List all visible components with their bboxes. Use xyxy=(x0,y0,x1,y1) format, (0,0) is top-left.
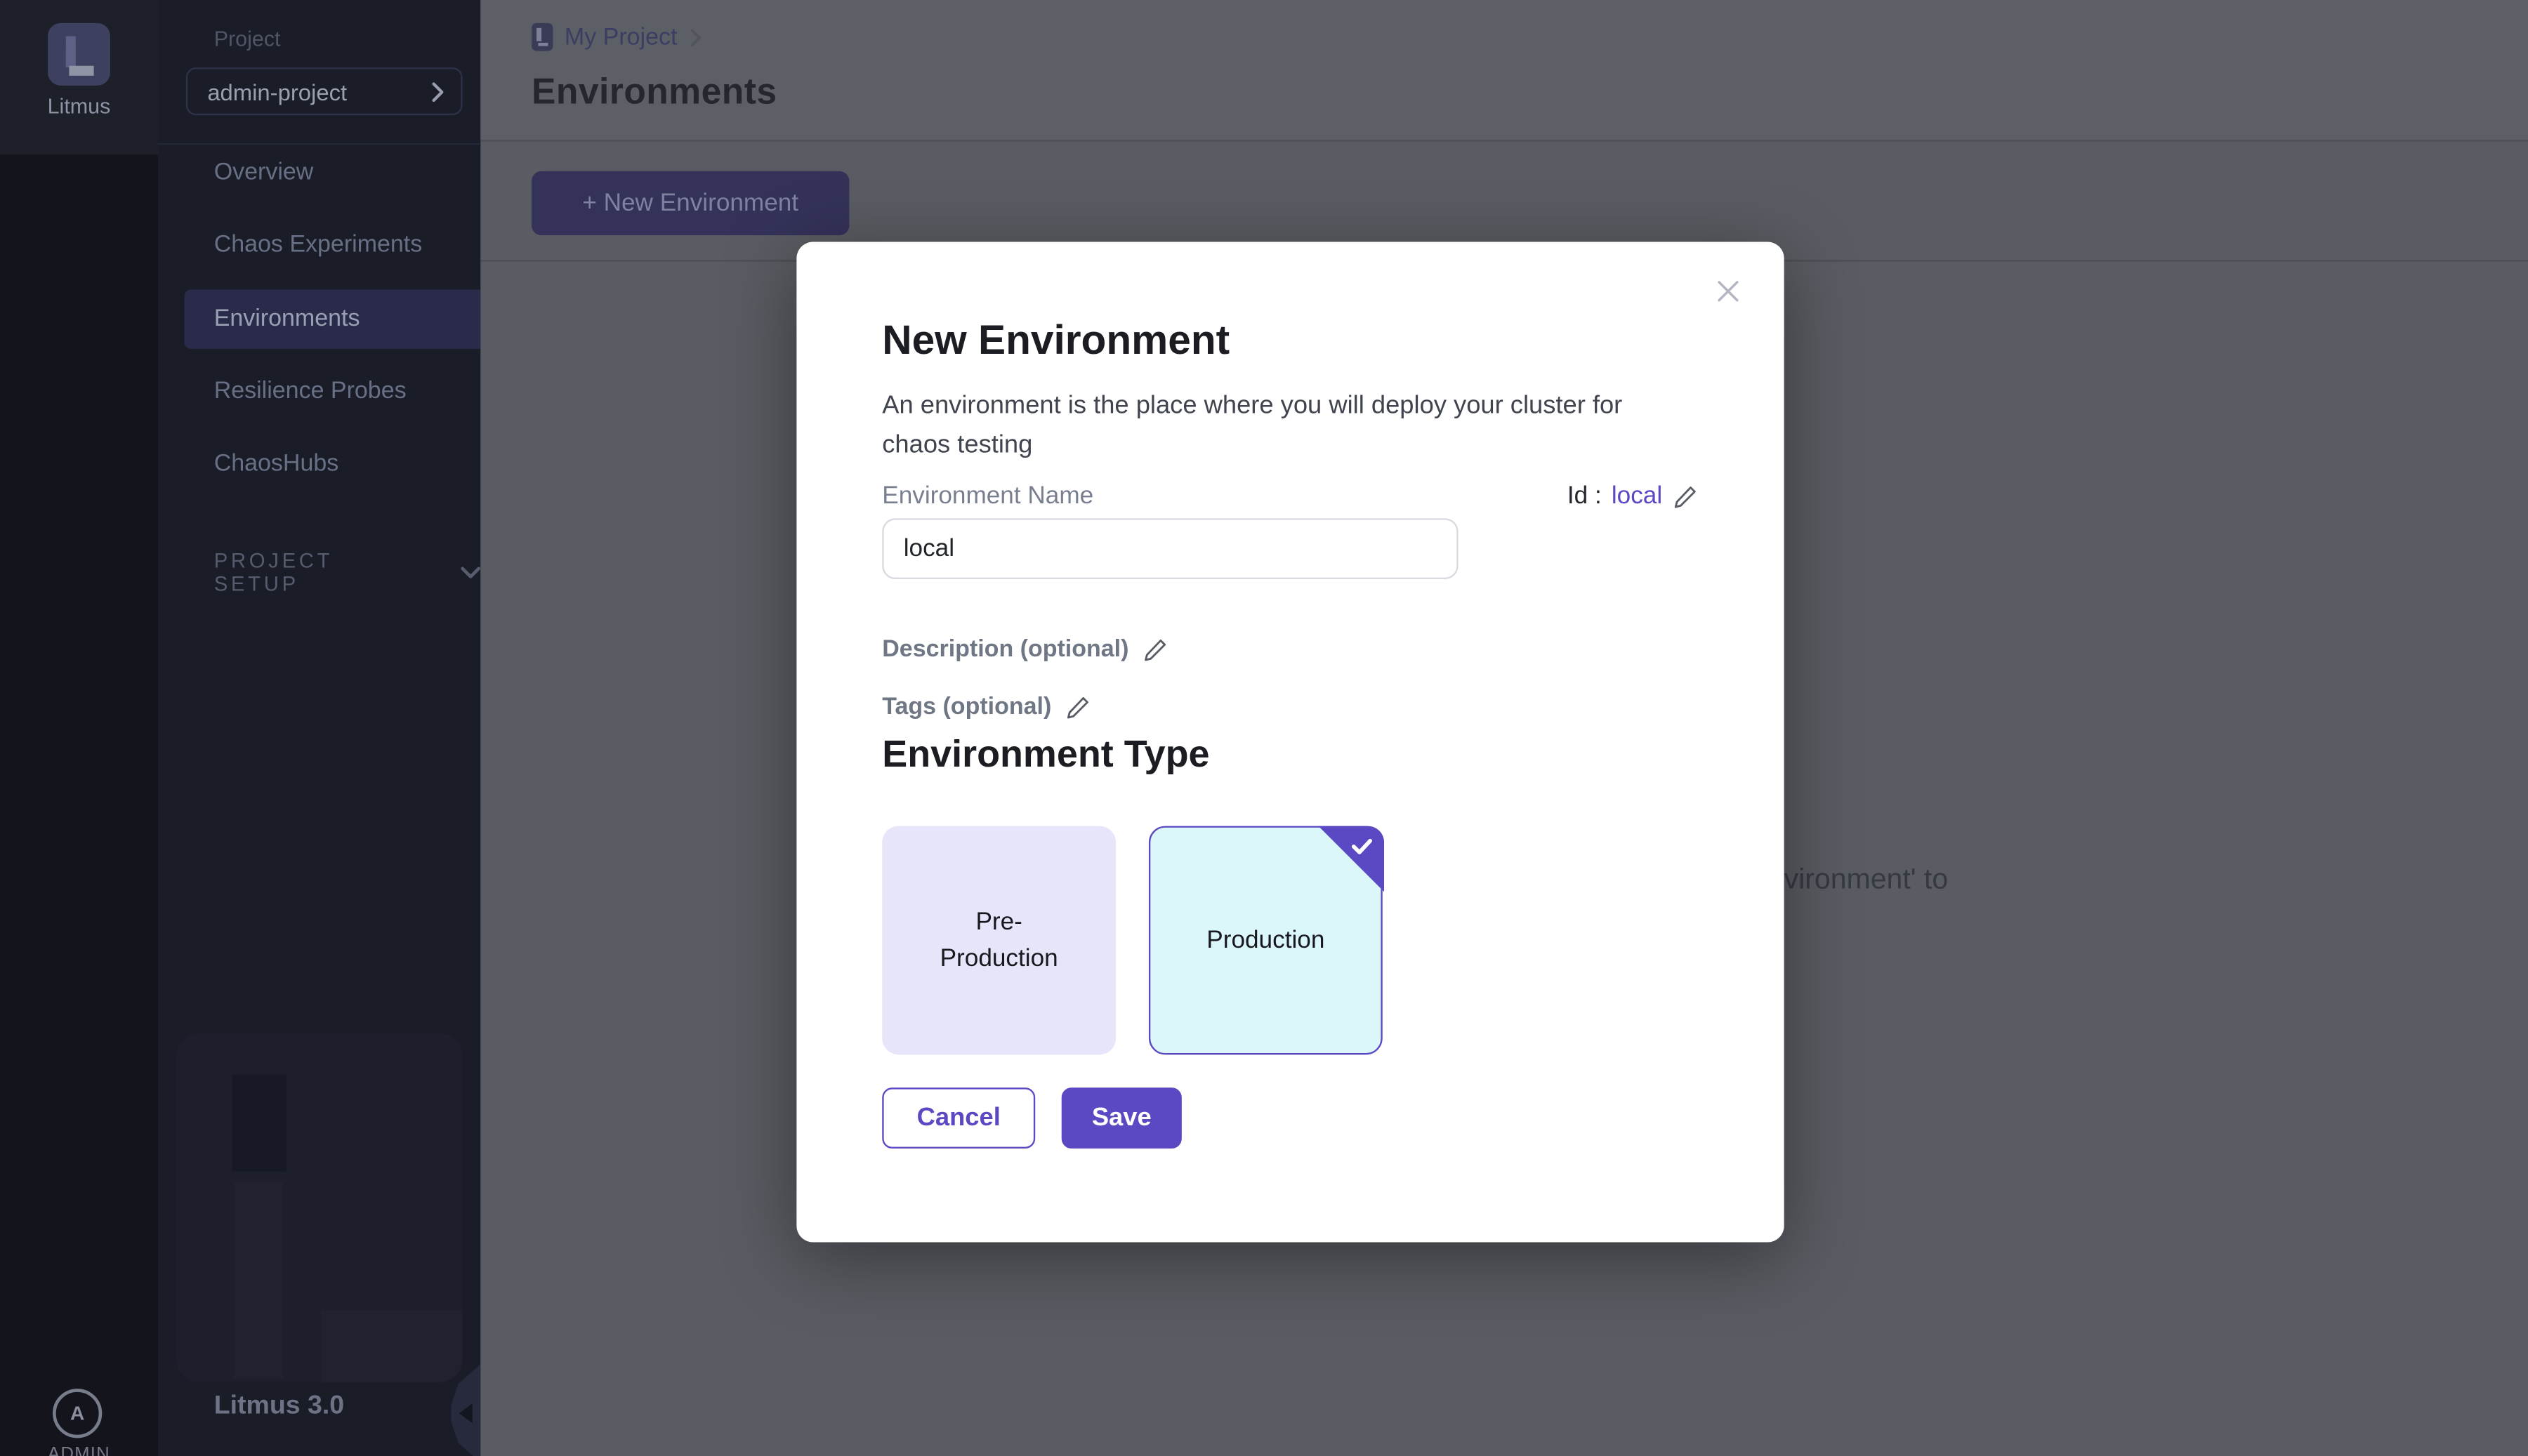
sidebar-item-overview[interactable]: Overview xyxy=(158,143,480,202)
environment-id: Id : local xyxy=(1567,482,1699,510)
page-header xyxy=(480,0,2528,142)
sidebar-watermark xyxy=(176,1033,463,1382)
project-label: Project xyxy=(214,27,281,51)
modal-description: An environment is the place where you wi… xyxy=(882,387,1695,466)
tags-optional-row: Tags (optional) xyxy=(882,694,1091,721)
app-version: Litmus 3.0 xyxy=(214,1392,344,1422)
sidebar-item-chaos-experiments[interactable]: Chaos Experiments xyxy=(158,216,480,274)
type-card-pre-production[interactable]: Pre-Production xyxy=(882,826,1116,1055)
description-optional-row: Description (optional) xyxy=(882,637,1168,663)
modal-actions: Cancel Save xyxy=(882,1087,1182,1149)
avatar[interactable]: A xyxy=(53,1389,102,1438)
icon-rail: Litmus A ADMIN xyxy=(0,0,158,1456)
collapse-arrow-icon xyxy=(459,1403,473,1423)
new-environment-modal: New Environment An environment is the pl… xyxy=(796,242,1784,1243)
type-card-production[interactable]: Production xyxy=(1149,826,1383,1055)
sidebar-item-environments[interactable]: Environments xyxy=(185,290,481,349)
environment-name-input[interactable] xyxy=(882,518,1458,579)
project-setup-toggle[interactable]: PROJECT SETUP xyxy=(214,550,481,596)
environment-type-heading: Environment Type xyxy=(882,732,1209,776)
edit-id-icon[interactable] xyxy=(1672,483,1699,510)
breadcrumb-chevron-icon xyxy=(689,27,702,47)
project-selector[interactable]: admin-project xyxy=(186,67,463,115)
litmus-logo-icon[interactable] xyxy=(48,23,110,86)
sidebar-item-resilience-probes[interactable]: Resilience Probes xyxy=(158,362,480,421)
close-icon[interactable] xyxy=(1705,268,1751,315)
breadcrumb-my-project[interactable]: My Project xyxy=(565,24,678,51)
empty-state-text-fragment: vironment' to xyxy=(1784,862,1949,896)
sidebar-nav: Project admin-project Overview Chaos Exp… xyxy=(158,0,480,1456)
breadcrumb: My Project xyxy=(532,23,702,51)
edit-description-icon[interactable] xyxy=(1142,637,1168,663)
chevron-right-icon xyxy=(431,81,445,101)
environment-name-row: Environment Name Id : local xyxy=(882,482,1699,510)
new-environment-button[interactable]: + New Environment xyxy=(532,171,849,235)
page-title: Environments xyxy=(532,71,777,114)
check-icon xyxy=(1350,834,1374,859)
chevron-down-icon xyxy=(461,566,481,579)
project-name: admin-project xyxy=(207,78,347,105)
modal-title: New Environment xyxy=(882,317,1230,365)
environment-id-value: local xyxy=(1612,482,1662,510)
litmus-app: Litmus A ADMIN Project admin-project Ove… xyxy=(0,0,2528,1456)
environment-name-label: Environment Name xyxy=(882,482,1093,510)
user-role-label: ADMIN xyxy=(0,1445,158,1456)
project-icon xyxy=(532,23,553,51)
litmus-logo-label: Litmus xyxy=(0,94,158,119)
edit-tags-icon[interactable] xyxy=(1065,694,1091,721)
sidebar-item-chaoshubs[interactable]: ChaosHubs xyxy=(158,435,480,494)
cancel-button[interactable]: Cancel xyxy=(882,1087,1035,1149)
save-button[interactable]: Save xyxy=(1062,1087,1182,1149)
